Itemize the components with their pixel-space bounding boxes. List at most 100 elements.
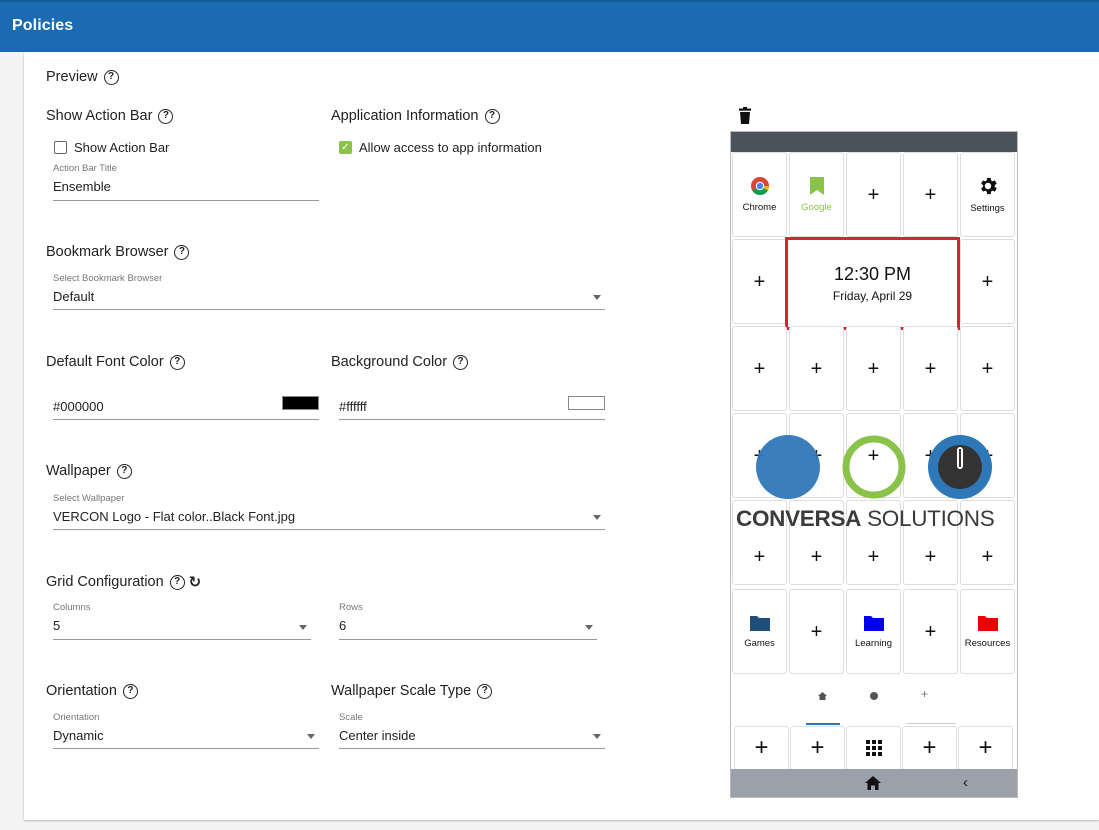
wallpaper-heading: Wallpaper ? <box>46 463 132 479</box>
empty-slot[interactable]: + <box>789 589 844 674</box>
bookmark-browser-heading: Bookmark Browser ? <box>46 244 190 260</box>
app-tile-google[interactable]: Google <box>789 152 844 237</box>
action-bar-title-label: Action Bar Title <box>53 163 117 174</box>
action-bar-title-field[interactable]: Action Bar Title Ensemble <box>53 163 319 201</box>
app-info-checkbox-label: Allow access to app information <box>359 140 542 155</box>
wallpaper-select[interactable]: Select Wallpaper VERCON Logo - Flat colo… <box>53 493 605 530</box>
empty-slot[interactable]: + <box>732 326 787 411</box>
plus-icon: + <box>867 545 880 568</box>
background-color-heading: Background Color ? <box>331 354 469 370</box>
home-page-icon[interactable] <box>818 692 827 700</box>
page-indicator: + <box>731 682 1017 725</box>
empty-slot[interactable]: + <box>846 152 901 237</box>
add-page-icon[interactable]: + <box>921 687 928 701</box>
dock-slot[interactable]: + <box>958 726 1013 770</box>
bookmark-browser-select[interactable]: Select Bookmark Browser Default <box>53 273 605 310</box>
help-icon[interactable]: ? <box>158 108 174 124</box>
gear-icon <box>980 177 997 195</box>
plus-icon: + <box>753 545 766 568</box>
background-color-field[interactable]: #ffffff <box>339 390 605 420</box>
plus-icon: + <box>810 620 823 643</box>
clock-widget[interactable]: 12:30 PM Friday, April 29 <box>785 237 960 330</box>
show-action-bar-checkbox-label: Show Action Bar <box>74 140 170 155</box>
wallpaper-scale-title: Wallpaper Scale Type <box>331 683 472 699</box>
help-icon[interactable]: ? <box>169 574 185 590</box>
empty-slot[interactable]: + <box>960 239 1015 324</box>
empty-slot[interactable]: + <box>903 326 958 411</box>
empty-slot[interactable]: + <box>789 326 844 411</box>
wallpaper-logo-text: CONVERSA SOLUTIONS <box>736 506 995 532</box>
help-icon[interactable]: ? <box>122 683 138 699</box>
app-tile-chrome[interactable]: Chrome <box>732 152 787 237</box>
app-label-resources: Resources <box>964 638 1011 649</box>
dropdown-arrow-icon[interactable] <box>585 625 593 630</box>
app-tile-settings[interactable]: Settings <box>960 152 1015 237</box>
empty-slot[interactable]: + <box>846 326 901 411</box>
logo-bold-text: CONVERSA <box>736 506 862 531</box>
background-color-input[interactable]: #ffffff <box>339 399 367 414</box>
dropdown-arrow-icon[interactable] <box>593 734 601 739</box>
wallpaper-scale-select[interactable]: Scale Center inside <box>339 712 605 749</box>
plus-icon: + <box>981 444 994 467</box>
app-drawer-button[interactable] <box>846 726 901 770</box>
refresh-icon[interactable]: ↻ <box>189 573 202 591</box>
dock-slot[interactable]: + <box>734 726 789 770</box>
orientation-value: Dynamic <box>53 728 104 743</box>
dropdown-arrow-icon[interactable] <box>593 295 601 300</box>
rows-select-label: Rows <box>339 602 363 613</box>
dropdown-arrow-icon[interactable] <box>307 734 315 739</box>
page-underline <box>906 723 956 724</box>
empty-slot[interactable]: + <box>789 413 844 498</box>
help-icon[interactable]: ? <box>477 683 493 699</box>
phone-preview: Chrome Google + + Settings + + 12:30 PM … <box>730 131 1018 798</box>
help-icon[interactable]: ? <box>169 354 185 370</box>
show-action-bar-checkbox[interactable] <box>54 141 67 154</box>
empty-slot[interactable]: + <box>846 413 901 498</box>
help-icon[interactable]: ? <box>103 69 119 85</box>
trash-icon[interactable] <box>737 107 753 125</box>
plus-icon: + <box>924 357 937 380</box>
folder-icon <box>863 616 884 631</box>
columns-select-label: Columns <box>53 602 91 613</box>
app-label-chrome: Chrome <box>742 202 777 213</box>
empty-slot[interactable]: + <box>732 413 787 498</box>
empty-slot[interactable]: + <box>903 589 958 674</box>
bookmark-browser-value: Default <box>53 289 95 304</box>
columns-select[interactable]: Columns 5 <box>53 602 311 640</box>
app-tile-resources[interactable]: Resources <box>960 589 1015 674</box>
font-color-field[interactable]: #000000 <box>53 390 319 420</box>
app-info-checkbox[interactable]: ✓ <box>339 141 352 154</box>
action-bar-title-input[interactable]: Ensemble <box>53 179 111 194</box>
app-tile-games[interactable]: Games <box>732 589 787 674</box>
page-dot-icon[interactable] <box>870 692 878 700</box>
dock-slot[interactable]: + <box>902 726 957 770</box>
help-icon[interactable]: ? <box>453 354 469 370</box>
app-label-google: Google <box>801 202 832 213</box>
app-info-title: Application Information <box>331 108 479 124</box>
dropdown-arrow-icon[interactable] <box>299 625 307 630</box>
empty-slot[interactable]: + <box>903 152 958 237</box>
dropdown-arrow-icon[interactable] <box>593 515 601 520</box>
help-icon[interactable]: ? <box>484 108 500 124</box>
empty-slot[interactable]: + <box>960 326 1015 411</box>
empty-slot[interactable]: + <box>732 239 787 324</box>
empty-slot[interactable]: + <box>903 413 958 498</box>
plus-icon: + <box>810 444 823 467</box>
help-icon[interactable]: ? <box>116 463 132 479</box>
rows-select[interactable]: Rows 6 <box>339 602 597 640</box>
background-color-title: Background Color <box>331 354 448 370</box>
orientation-select[interactable]: Orientation Dynamic <box>53 712 319 749</box>
show-action-bar-checkbox-row[interactable]: Show Action Bar <box>54 140 169 155</box>
back-chevron-icon[interactable]: ‹ <box>963 774 968 791</box>
background-color-swatch[interactable] <box>568 396 605 410</box>
font-color-input[interactable]: #000000 <box>53 399 104 414</box>
dock-slot[interactable]: + <box>790 726 845 770</box>
app-info-checkbox-row[interactable]: ✓ Allow access to app information <box>339 140 542 155</box>
help-icon[interactable]: ? <box>174 244 190 260</box>
font-color-swatch[interactable] <box>282 396 319 410</box>
home-icon[interactable] <box>865 776 881 790</box>
grid-config-title: Grid Configuration <box>46 574 164 590</box>
empty-slot[interactable]: + <box>960 413 1015 498</box>
app-tile-learning[interactable]: Learning <box>846 589 901 674</box>
logo-light-text: SOLUTIONS <box>861 506 995 531</box>
